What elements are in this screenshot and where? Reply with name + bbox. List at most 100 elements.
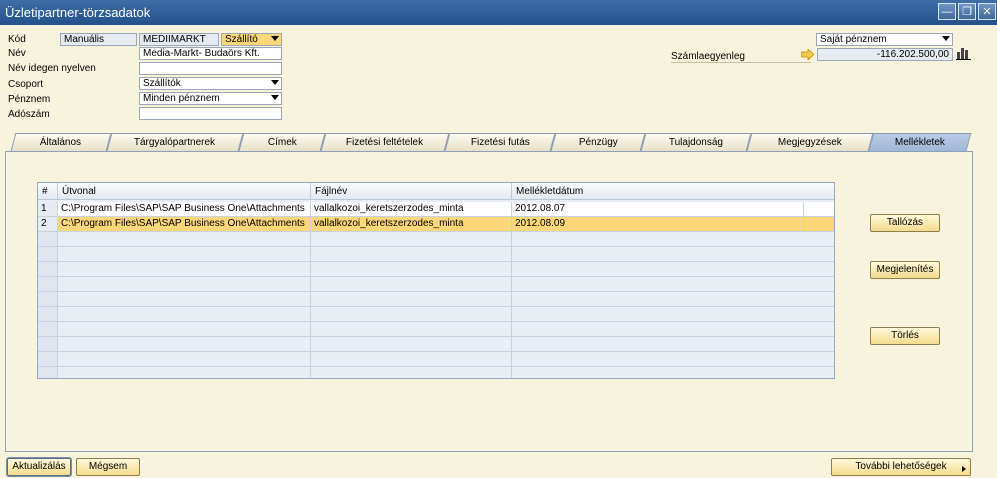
bp-type-select[interactable]: Szállító: [221, 33, 282, 46]
table-row-empty[interactable]: [38, 367, 834, 378]
tab-fizetesi-futas[interactable]: Fizetési futás: [444, 133, 556, 151]
bar-chart-icon[interactable]: [956, 46, 971, 60]
row-number-cell: [38, 352, 58, 366]
column-header-date[interactable]: Mellékletdátum: [512, 183, 834, 200]
tab-label: Pénzügy: [578, 137, 618, 148]
adoszam-label: Adószám: [8, 109, 50, 120]
balance-divider: [671, 62, 811, 63]
tab-cimek[interactable]: Címek: [238, 133, 326, 151]
cell-empty: [311, 322, 512, 336]
table-row-empty[interactable]: [38, 322, 834, 337]
row-number-cell: [38, 367, 58, 378]
cell-empty: [311, 232, 512, 246]
tab-label: Címek: [267, 137, 297, 148]
table-row-empty[interactable]: [38, 247, 834, 262]
tab-label: Megjegyzések: [777, 137, 842, 148]
cell-empty: [311, 262, 512, 276]
table-row-empty[interactable]: [38, 307, 834, 322]
currency-select[interactable]: Saját pénznem: [816, 33, 953, 46]
cell-empty: [58, 262, 311, 276]
cell-empty: [311, 292, 512, 306]
cell-empty: [311, 307, 512, 321]
row-number-cell: [38, 277, 58, 291]
adoszam-field[interactable]: [139, 107, 282, 120]
kod-label: Kód: [8, 34, 26, 45]
nev-idegen-field[interactable]: [139, 62, 282, 75]
cell-empty: [58, 307, 311, 321]
penznem-select[interactable]: Minden pénznem: [139, 92, 282, 105]
kod-type-value: Manuális: [64, 34, 105, 45]
cell-empty: [58, 352, 311, 366]
tab-penzugy[interactable]: Pénzügy: [550, 133, 646, 151]
row-number-cell: [38, 337, 58, 351]
table-row-empty[interactable]: [38, 292, 834, 307]
row-number: 2: [38, 217, 58, 231]
cell-empty: [311, 337, 512, 351]
cell-date: 2012.08.09: [512, 217, 804, 231]
more-options-label: További lehetőségek: [855, 461, 947, 472]
cell-empty: [311, 247, 512, 261]
delete-button[interactable]: Törlés: [870, 327, 940, 345]
chevron-down-icon: [271, 36, 279, 41]
cell-filename: vallalkozoi_keretszerzodes_minta: [311, 217, 512, 231]
link-arrow-icon[interactable]: [801, 49, 814, 60]
tab-label: Mellékletek: [894, 137, 945, 148]
kod-type-field[interactable]: Manuális: [60, 33, 137, 46]
cancel-button[interactable]: Mégsem: [76, 458, 140, 476]
row-number-cell: [38, 322, 58, 336]
tab-label: Fizetési futás: [470, 137, 530, 148]
tab-megjegyzesek[interactable]: Megjegyzések: [746, 133, 874, 151]
more-options-button[interactable]: További lehetőségek: [831, 458, 971, 476]
cell-empty: [58, 232, 311, 246]
column-header-path[interactable]: Útvonal: [58, 183, 311, 200]
column-header-filename[interactable]: Fájlnév: [311, 183, 512, 200]
table-row[interactable]: 1 C:\Program Files\SAP\SAP Business One\…: [38, 202, 834, 217]
cell-empty: [58, 322, 311, 336]
restore-button[interactable]: ❐: [958, 3, 976, 20]
balance-label: Számlaegyenleg: [671, 51, 745, 62]
csoport-label: Csoport: [8, 79, 44, 90]
row-number-cell: [38, 247, 58, 261]
table-row-empty[interactable]: [38, 232, 834, 247]
update-button[interactable]: Aktualizálás: [7, 458, 71, 476]
tab-altalanos[interactable]: Általános: [10, 133, 112, 151]
csoport-select[interactable]: Szállítók: [139, 77, 282, 90]
caret-right-icon: [962, 466, 966, 472]
table-row-selected[interactable]: 2 C:\Program Files\SAP\SAP Business One\…: [38, 217, 834, 232]
chevron-down-icon: [271, 95, 279, 100]
tab-fizetesi-feltetelek[interactable]: Fizetési feltételek: [320, 133, 450, 151]
tab-label: Tulajdonság: [668, 137, 723, 148]
table-row-empty[interactable]: [38, 337, 834, 352]
cell-empty: [58, 292, 311, 306]
tab-label: Általános: [40, 137, 82, 148]
close-button[interactable]: ✕: [978, 3, 996, 20]
table-row-empty[interactable]: [38, 277, 834, 292]
cell-empty: [58, 277, 311, 291]
table-row-empty[interactable]: [38, 352, 834, 367]
tab-label: Fizetési feltételek: [346, 137, 424, 148]
row-number: 1: [38, 202, 58, 216]
tab-mellekletek[interactable]: Mellékletek: [868, 133, 972, 151]
table-row-empty[interactable]: [38, 262, 834, 277]
penznem-label: Pénznem: [8, 94, 51, 105]
column-header-number[interactable]: #: [38, 183, 58, 200]
row-number-cell: [38, 232, 58, 246]
cell-path: C:\Program Files\SAP\SAP Business One\At…: [58, 202, 311, 216]
tab-tulajdonsag[interactable]: Tulajdonság: [640, 133, 752, 151]
nev-field[interactable]: Media-Markt- Budaörs Kft.: [139, 47, 282, 60]
kod-field[interactable]: MEDIIMARKT: [139, 33, 219, 46]
display-button[interactable]: Megjelenítés: [870, 261, 940, 279]
cell-empty: [311, 367, 512, 378]
browse-button[interactable]: Tallózás: [870, 214, 940, 232]
balance-field: -116.202.500,00: [817, 48, 953, 61]
attachments-table[interactable]: # Útvonal Fájlnév Mellékletdátum 1 C:\Pr…: [37, 182, 835, 379]
tab-targyalopartnerek[interactable]: Tárgyalópartnerek: [106, 133, 244, 151]
cell-date: 2012.08.07: [512, 202, 804, 216]
kod-value: MEDIIMARKT: [143, 34, 206, 45]
minimize-button[interactable]: —: [938, 3, 956, 20]
nev-label: Név: [8, 48, 26, 59]
tab-label: Tárgyalópartnerek: [134, 137, 216, 148]
nev-value: Media-Markt- Budaörs Kft.: [143, 48, 260, 59]
cell-filename: vallalkozoi_keretszerzodes_minta: [311, 202, 512, 216]
chevron-down-icon: [271, 80, 279, 85]
